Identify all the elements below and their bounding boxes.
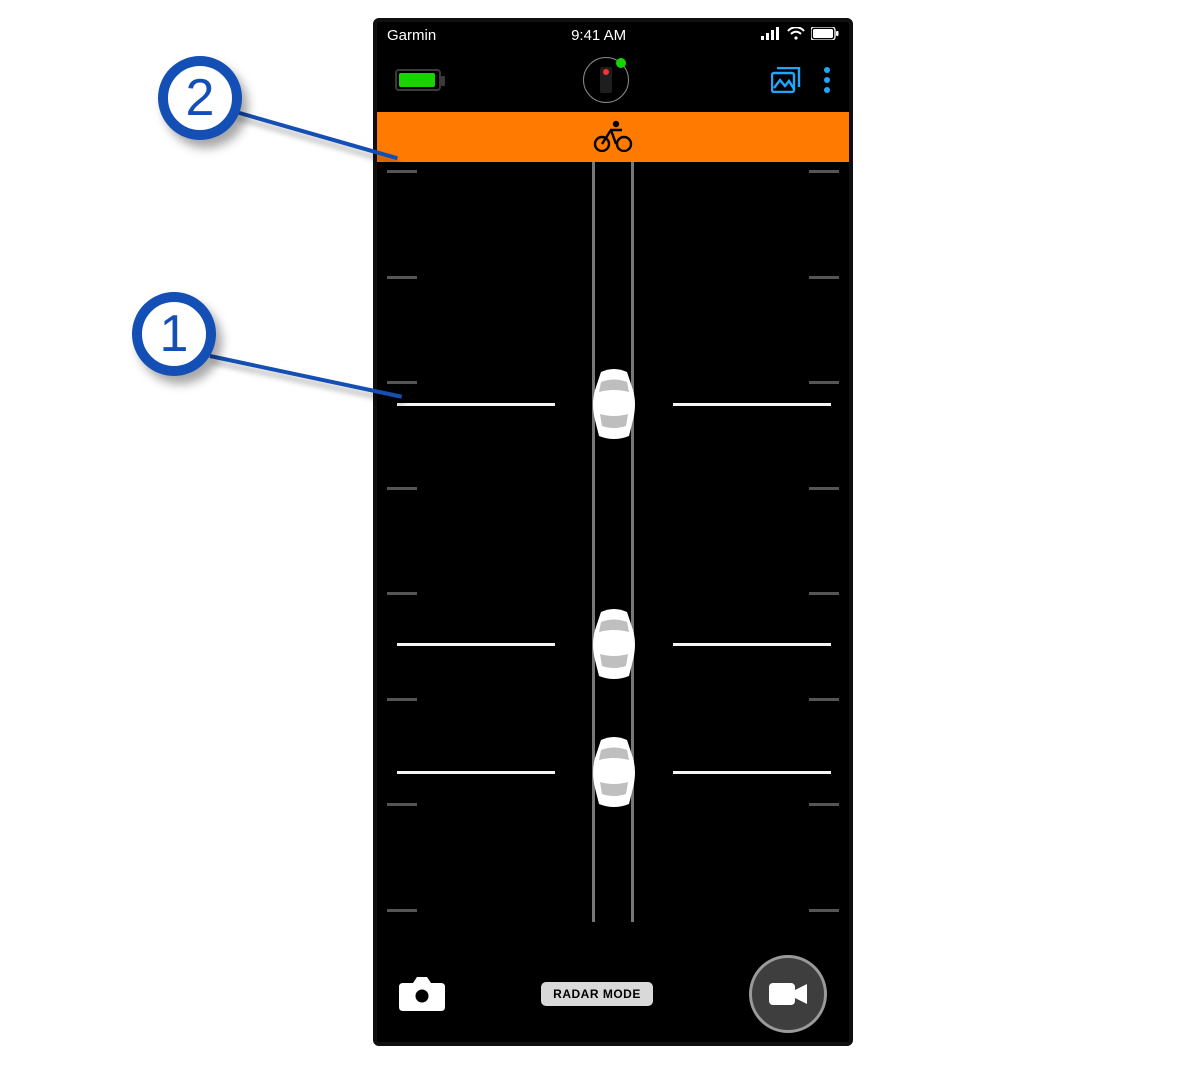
status-bar: Garmin 9:41 AM [377, 22, 849, 48]
lane-marker-right [631, 162, 634, 922]
vehicle-distance-line [673, 403, 831, 406]
battery-status-icon [811, 27, 839, 44]
signal-icon [761, 27, 781, 44]
record-video-button[interactable] [749, 955, 827, 1033]
status-carrier: Garmin [387, 27, 436, 44]
app-toolbar [377, 48, 849, 112]
callout-2-label: 2 [186, 68, 215, 128]
vehicle-distance-line [397, 403, 555, 406]
vehicle-row [377, 368, 849, 440]
vehicle-distance-line [673, 643, 831, 646]
device-battery-icon[interactable] [395, 69, 441, 91]
wifi-icon [787, 27, 805, 44]
callout-2: 2 [158, 56, 242, 140]
cyclist-icon [592, 118, 634, 157]
status-time: 9:41 AM [571, 27, 626, 44]
sensor-status-button[interactable] [583, 57, 629, 103]
view-mode-label: RADAR MODE [553, 987, 641, 1001]
sensor-connected-dot [616, 58, 626, 68]
radar-road-view [377, 162, 849, 952]
car-icon [591, 736, 637, 808]
vehicle-row [377, 608, 849, 680]
bottom-bar: RADAR MODE [377, 946, 849, 1042]
vehicle-distance-line [397, 643, 555, 646]
vehicle-distance-line [397, 771, 555, 774]
threat-level-banner [377, 112, 849, 162]
capture-photo-button[interactable] [399, 973, 445, 1016]
view-mode-toggle[interactable]: RADAR MODE [541, 982, 653, 1006]
lane-marker-left [592, 162, 595, 922]
device-battery-fill [399, 73, 435, 87]
vehicle-distance-line [673, 771, 831, 774]
car-icon [591, 368, 637, 440]
callout-1-label: 1 [160, 304, 189, 364]
vehicle-row [377, 736, 849, 808]
status-right [761, 27, 839, 44]
tail-light-icon [600, 67, 612, 93]
callout-1: 1 [132, 292, 216, 376]
gallery-button[interactable] [771, 67, 801, 93]
more-menu-button[interactable] [823, 66, 831, 94]
car-icon [591, 608, 637, 680]
phone-frame: Garmin 9:41 AM [373, 18, 853, 1046]
